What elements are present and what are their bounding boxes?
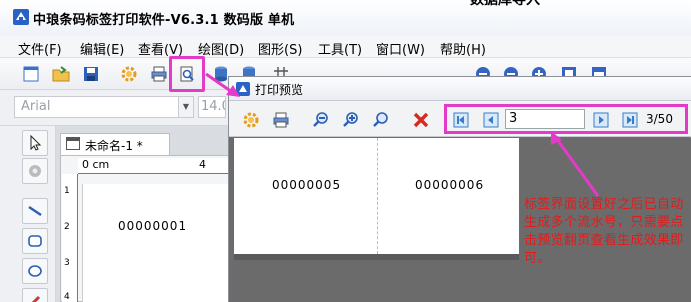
ellipse-icon (28, 265, 42, 277)
zoom-in-icon (343, 112, 358, 127)
preview-settings-button[interactable] (240, 109, 262, 131)
gear-icon (121, 66, 137, 82)
folder-open-icon (52, 66, 70, 82)
ellipse-tool[interactable] (22, 258, 48, 284)
node-icon (29, 165, 41, 177)
close-x-icon (413, 112, 429, 128)
save-button[interactable] (80, 63, 102, 85)
line-icon (28, 205, 42, 217)
menu-file[interactable]: 文件(F) (18, 39, 62, 58)
menu-edit[interactable]: 编辑(E) (80, 39, 124, 58)
menu-draw[interactable]: 绘图(D) (198, 39, 244, 58)
new-document-icon (23, 66, 39, 82)
rounded-rectangle-icon (28, 235, 42, 247)
app-logo-icon (235, 81, 251, 97)
label-paper[interactable] (82, 184, 234, 302)
pen-icon (31, 295, 41, 302)
preview-window-title: 打印预览 (255, 83, 304, 97)
ruler-tick-label: 4 (199, 158, 206, 171)
zoom-in-button[interactable] (340, 109, 362, 131)
label-serial-number[interactable]: 00000001 (118, 219, 187, 233)
page-shadow (234, 254, 519, 260)
print-button[interactable] (148, 63, 170, 85)
app-logo-icon (12, 8, 30, 26)
annotation-note: 标签界面设置好之后已自动生成多个流水号，只需要点击预览翻页查看生成效果即可。 (524, 197, 684, 266)
menu-bar: 文件(F) 编辑(E) 查看(V) 绘图(D) 图形(S) 工具(T) 窗口(W… (0, 36, 691, 58)
clipped-background-text: 数据库导入 (470, 0, 540, 8)
preview-page (234, 138, 377, 254)
vertical-ruler-tick: 2 (64, 222, 70, 232)
font-size-select[interactable]: 14.0 (198, 96, 226, 118)
rounded-rectangle-tool[interactable] (22, 228, 48, 254)
preview-serial-number: 00000005 (272, 178, 342, 192)
menu-tools[interactable]: 工具(T) (318, 39, 362, 58)
menu-help[interactable]: 帮助(H) (440, 39, 486, 58)
vertical-ruler-tick: 4 (64, 292, 70, 302)
new-button[interactable] (20, 63, 42, 85)
gear-icon (243, 112, 259, 128)
printer-icon (273, 112, 289, 128)
pen-tool[interactable] (22, 288, 48, 302)
menu-window[interactable]: 窗口(W) (376, 39, 425, 58)
preview-print-button[interactable] (270, 109, 292, 131)
zoom-out-button[interactable] (310, 109, 332, 131)
font-family-select[interactable]: Arial (14, 96, 194, 118)
zoom-actual-button[interactable] (370, 109, 392, 131)
preview-button-highlight (169, 56, 205, 92)
pointer-arrow-icon (30, 134, 42, 151)
page-navigation-highlight (444, 104, 688, 134)
zoom-out-icon (313, 112, 328, 127)
magnifier-icon (373, 112, 388, 127)
line-tool[interactable] (22, 198, 48, 224)
window-icon (66, 137, 80, 150)
printer-icon (151, 66, 167, 82)
window-title: 中琅条码标签打印软件-V6.3.1 数码版 单机 (33, 13, 295, 28)
settings-button[interactable] (118, 63, 140, 85)
save-disk-icon (84, 67, 98, 81)
drawing-toolbox (0, 126, 56, 302)
edit-nodes-tool[interactable] (22, 158, 48, 184)
vertical-ruler-tick: 3 (64, 258, 70, 268)
close-preview-button[interactable] (410, 109, 432, 131)
chevron-down-icon[interactable]: ▼ (178, 97, 193, 117)
open-button[interactable] (50, 63, 72, 85)
preview-serial-number: 00000006 (415, 178, 485, 192)
ruler-unit-label: 0 cm (82, 158, 110, 171)
screenshot: 中琅条码标签打印软件-V6.3.1 数码版 单机 数据库导入 文件(F) 编辑(… (0, 0, 691, 302)
select-tool[interactable] (22, 130, 48, 156)
preview-page (377, 138, 519, 254)
vertical-ruler-tick: 1 (64, 186, 70, 196)
menu-shape[interactable]: 图形(S) (258, 39, 302, 58)
